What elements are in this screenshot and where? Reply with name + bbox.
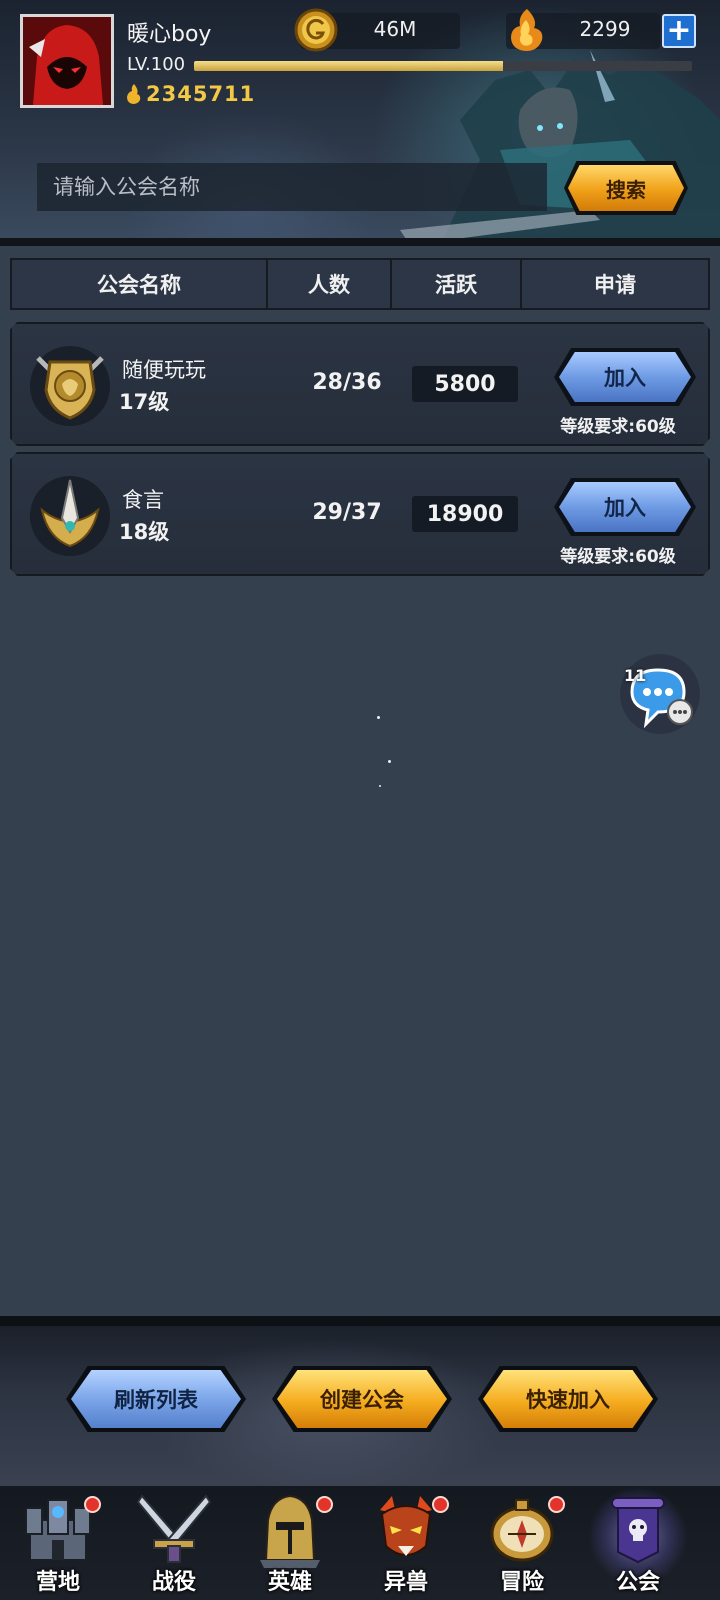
player-avatar[interactable] xyxy=(20,14,114,108)
chat-bubble-icon[interactable] xyxy=(618,652,702,736)
background-sparkle xyxy=(377,716,380,719)
nav-item-adventure[interactable]: 冒险 xyxy=(464,1486,580,1600)
nav-item-camp[interactable]: 营地 xyxy=(0,1486,116,1600)
add-currency-button[interactable]: + xyxy=(662,14,696,48)
nav-label: 异兽 xyxy=(383,1570,428,1595)
fire-crystal-icon xyxy=(511,9,543,51)
notification-badge xyxy=(432,1496,449,1513)
join-guild-button[interactable]: 加入 xyxy=(559,482,691,532)
guild-search-input[interactable] xyxy=(37,163,547,211)
notification-badge xyxy=(548,1496,565,1513)
guild-member-count: 29/37 xyxy=(312,500,382,525)
player-level: LV.100 xyxy=(127,54,186,75)
nav-label: 公会 xyxy=(615,1570,660,1595)
guild-name: 食言 xyxy=(122,488,164,512)
refresh-list-button[interactable]: 刷新列表 xyxy=(71,1370,241,1428)
power-flame-icon xyxy=(127,84,141,104)
join-guild-button[interactable]: 加入 xyxy=(559,352,691,402)
nav-label: 冒险 xyxy=(499,1570,544,1595)
avatar-portrait-icon xyxy=(23,17,111,105)
guild-name: 随便玩玩 xyxy=(122,358,206,382)
search-button[interactable]: 搜索 xyxy=(568,165,684,211)
guild-activity: 18900 xyxy=(412,496,518,532)
crossed-swords-icon xyxy=(136,1494,212,1563)
lion-shield-icon xyxy=(30,346,110,426)
nav-label: 营地 xyxy=(35,1570,80,1595)
background-sparkle xyxy=(379,785,381,787)
guild-table-header: 公会名称 人数 活跃 申请 xyxy=(10,258,710,310)
guild-row[interactable]: 食言 18级 29/37 18900 加入 等级要求:60级 xyxy=(10,452,710,576)
column-guild-name: 公会名称 xyxy=(12,260,268,308)
nav-label: 战役 xyxy=(151,1570,196,1595)
gem-amount: 2299 xyxy=(579,17,631,41)
nav-item-guild[interactable]: 公会 xyxy=(580,1486,696,1600)
nav-item-campaign[interactable]: 战役 xyxy=(116,1486,232,1600)
gold-amount: 46M xyxy=(373,17,417,41)
join-requirement: 等级要求:60级 xyxy=(560,547,676,567)
guild-level: 17级 xyxy=(119,390,170,414)
power-value: 2345711 xyxy=(146,82,256,106)
gold-coin-icon xyxy=(294,8,338,52)
guild-banner-icon xyxy=(611,1497,665,1564)
background-sparkle xyxy=(388,760,391,763)
notification-badge xyxy=(316,1496,333,1513)
notification-badge xyxy=(84,1496,101,1513)
column-members: 人数 xyxy=(268,260,392,308)
guild-member-count: 28/36 xyxy=(312,370,382,395)
player-name: 暖心boy xyxy=(127,22,212,47)
xp-progress-bar xyxy=(194,61,692,71)
quick-join-button[interactable]: 快速加入 xyxy=(483,1370,653,1428)
bottom-navigation: 营地 战役 英雄 异兽 冒险 公会 xyxy=(0,1486,720,1600)
guild-row[interactable]: 随便玩玩 17级 28/36 5800 加入 等级要求:60级 xyxy=(10,322,710,446)
column-activity: 活跃 xyxy=(392,260,522,308)
nav-item-beasts[interactable]: 异兽 xyxy=(348,1486,464,1600)
guild-activity: 5800 xyxy=(412,366,518,402)
create-guild-button[interactable]: 创建公会 xyxy=(277,1370,447,1428)
join-requirement: 等级要求:60级 xyxy=(560,417,676,437)
guild-level: 18级 xyxy=(119,520,170,544)
nav-item-heroes[interactable]: 英雄 xyxy=(232,1486,348,1600)
chat-unread-count: 11 xyxy=(624,666,647,685)
combat-power: 2345711 xyxy=(125,80,255,108)
winged-spire-icon xyxy=(30,476,110,556)
column-apply: 申请 xyxy=(594,273,636,297)
nav-label: 英雄 xyxy=(267,1570,312,1595)
xp-progress-fill xyxy=(194,61,503,71)
top-header: 暖心boy LV.100 2345711 46M 2299 + 搜索 xyxy=(0,0,720,246)
